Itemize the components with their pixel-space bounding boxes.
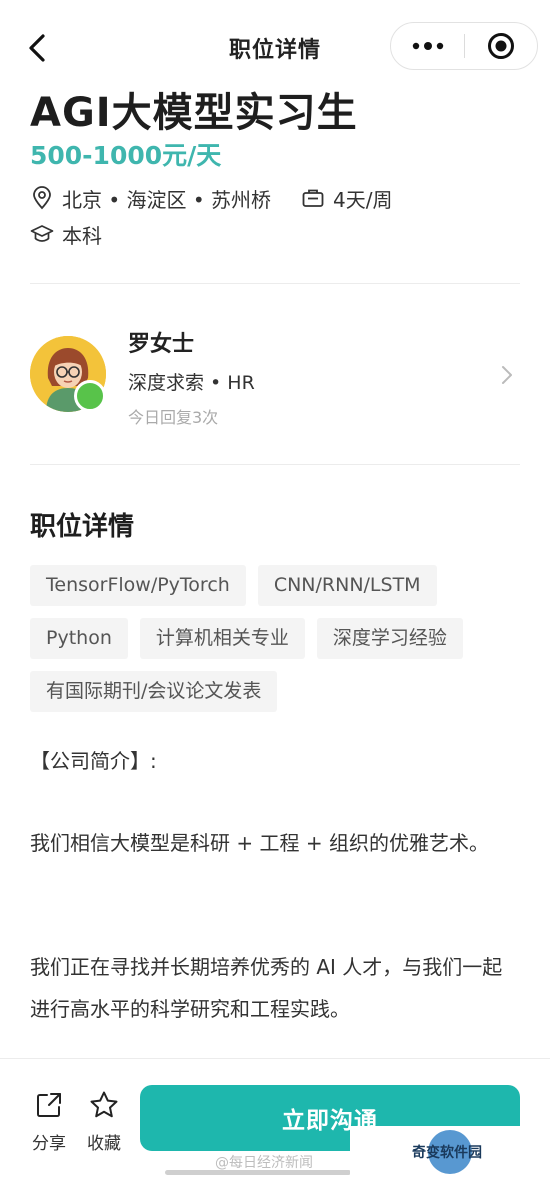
recruiter-name: 罗女士 (128, 332, 195, 357)
mini-program-capsule (390, 22, 538, 70)
skill-tag: 有国际期刊/会议论文发表 (30, 671, 278, 712)
skill-tag: 深度学习经验 (316, 618, 463, 659)
skill-tag: 计算机相关专业 (139, 618, 305, 659)
weibo-watermark: @每日经济新闻 (215, 1155, 313, 1171)
description-paragraph: 我们正在寻找并长期培养优秀的 AI 人才，与我们一起进行高水平的科学研究和工程实… (30, 955, 503, 1021)
skill-tag: CNN/RNN/LSTM (257, 565, 437, 606)
share-label: 分享 (32, 1134, 66, 1154)
nav-bar: 职位详情 (0, 0, 550, 92)
divider (30, 464, 520, 465)
job-degree: 本科 (62, 223, 102, 248)
star-icon (88, 1089, 120, 1121)
recruiter-reply-stat: 今日回复3次 (128, 408, 219, 427)
job-schedule: 4天/周 (333, 187, 393, 212)
close-miniprogram-icon[interactable] (465, 23, 537, 69)
briefcase-icon (301, 186, 325, 210)
recruiter-company-role: 深度求索 • HR (128, 372, 255, 394)
job-title: AGI大模型实习生 (30, 90, 358, 136)
description-paragraph: 我们相信大模型是科研 + 工程 + 组织的优雅艺术。 (30, 831, 489, 855)
online-status-dot (74, 380, 106, 412)
recruiter-card[interactable]: 罗女士 深度求索 • HR 今日回复3次 (30, 322, 520, 432)
job-degree-row: 本科 (30, 219, 102, 249)
more-options-icon[interactable] (391, 23, 464, 69)
section-title-job-details: 职位详情 (30, 512, 135, 542)
site-watermark: 奇变软件园 (412, 1145, 482, 1161)
home-indicator[interactable] (165, 1170, 351, 1175)
divider (30, 283, 520, 284)
job-location: 北京 • 海淀区 • 苏州桥 (62, 187, 272, 212)
location-pin-icon (30, 186, 54, 210)
graduation-cap-icon (30, 222, 54, 246)
chevron-right-icon (498, 362, 516, 388)
favorite-label: 收藏 (87, 1134, 121, 1154)
company-intro-heading: 【公司简介】: (30, 749, 157, 773)
skill-tags: TensorFlow/PyTorch CNN/RNN/LSTM Python 计… (30, 565, 530, 712)
favorite-button[interactable]: 收藏 (82, 1089, 126, 1154)
share-button[interactable]: 分享 (27, 1089, 71, 1154)
share-icon (33, 1089, 65, 1121)
skill-tag: TensorFlow/PyTorch (30, 565, 246, 606)
job-meta-row: 北京 • 海淀区 • 苏州桥 4天/周 (30, 183, 393, 213)
skill-tag: Python (30, 618, 128, 659)
salary: 500-1000元/天 (30, 141, 222, 170)
